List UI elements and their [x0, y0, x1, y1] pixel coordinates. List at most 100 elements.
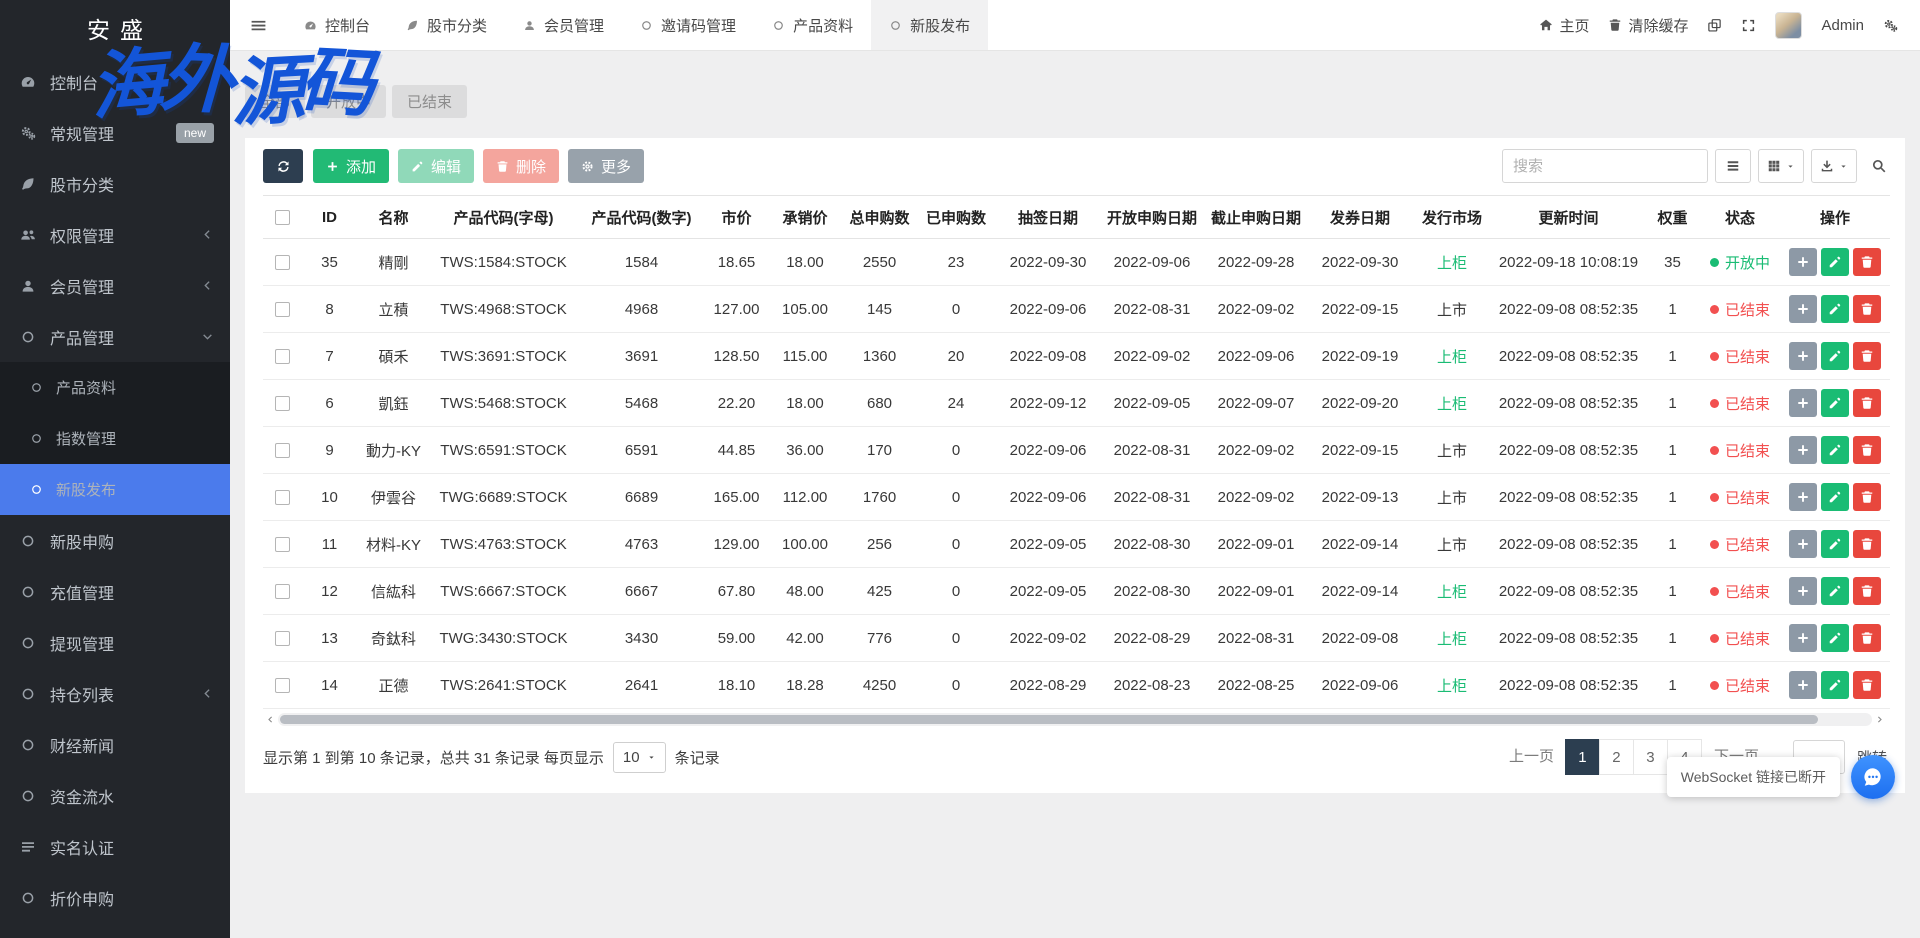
- market-link[interactable]: 上柜: [1437, 396, 1467, 413]
- fullscreen-icon[interactable]: [1741, 18, 1756, 33]
- row-add-button[interactable]: [1789, 671, 1817, 699]
- column-header[interactable]: 承销价: [767, 196, 843, 239]
- sidebar-subitem[interactable]: 指数管理: [0, 413, 230, 464]
- sidebar-toggle-button[interactable]: [230, 0, 286, 50]
- column-header[interactable]: 截止申购日期: [1204, 196, 1308, 239]
- topbar-tab[interactable]: 产品资料: [754, 0, 871, 50]
- market-link[interactable]: 上柜: [1437, 631, 1467, 648]
- prev-page-button[interactable]: 上一页: [1497, 739, 1566, 775]
- row-add-button[interactable]: [1789, 389, 1817, 417]
- row-checkbox[interactable]: [275, 490, 290, 505]
- clear-cache-link[interactable]: 清除缓存: [1608, 15, 1688, 36]
- row-checkbox[interactable]: [275, 584, 290, 599]
- column-header[interactable]: ID: [302, 196, 357, 239]
- column-header[interactable]: 更新时间: [1492, 196, 1645, 239]
- topbar-tab[interactable]: 股市分类: [388, 0, 505, 50]
- row-delete-button[interactable]: [1853, 342, 1881, 370]
- row-checkbox[interactable]: [275, 396, 290, 411]
- column-header[interactable]: 操作: [1780, 196, 1890, 239]
- sidebar-item[interactable]: 会员管理: [0, 260, 230, 311]
- row-add-button[interactable]: [1789, 483, 1817, 511]
- export-button[interactable]: [1811, 149, 1857, 183]
- sidebar-item[interactable]: 财经新闻: [0, 719, 230, 770]
- sidebar-subitem[interactable]: 产品资料: [0, 362, 230, 413]
- column-header[interactable]: 产品代码(字母): [430, 196, 577, 239]
- sidebar-item[interactable]: 新股申购: [0, 515, 230, 566]
- row-delete-button[interactable]: [1853, 577, 1881, 605]
- column-header[interactable]: 状态: [1700, 196, 1780, 239]
- topbar-tab[interactable]: 邀请码管理: [622, 0, 754, 50]
- sidebar-item[interactable]: 实名认证: [0, 821, 230, 872]
- more-button[interactable]: 更多: [568, 149, 644, 183]
- market-link[interactable]: 上柜: [1437, 349, 1467, 366]
- row-checkbox[interactable]: [275, 678, 290, 693]
- row-checkbox[interactable]: [275, 302, 290, 317]
- topbar-tab[interactable]: 控制台: [286, 0, 388, 50]
- column-header[interactable]: 产品代码(数字): [577, 196, 706, 239]
- row-delete-button[interactable]: [1853, 530, 1881, 558]
- topbar-tab[interactable]: 新股发布: [871, 0, 988, 50]
- row-edit-button[interactable]: [1821, 577, 1849, 605]
- search-button[interactable]: [1871, 158, 1887, 174]
- row-edit-button[interactable]: [1821, 483, 1849, 511]
- sidebar-item[interactable]: 折价申购: [0, 872, 230, 923]
- refresh-button[interactable]: [263, 149, 303, 183]
- sidebar-item[interactable]: 控制台: [0, 56, 230, 107]
- sidebar-item[interactable]: 常规管理new: [0, 107, 230, 158]
- copy-icon[interactable]: [1707, 18, 1722, 33]
- sidebar-item[interactable]: 资金流水: [0, 770, 230, 821]
- avatar[interactable]: [1775, 12, 1802, 39]
- row-add-button[interactable]: [1789, 295, 1817, 323]
- row-add-button[interactable]: [1789, 624, 1817, 652]
- column-header[interactable]: 发行市场: [1412, 196, 1492, 239]
- sidebar-item[interactable]: 持仓列表: [0, 668, 230, 719]
- scrollbar-thumb[interactable]: [280, 715, 1818, 724]
- row-delete-button[interactable]: [1853, 624, 1881, 652]
- page-number-button[interactable]: 1: [1565, 739, 1600, 775]
- row-edit-button[interactable]: [1821, 248, 1849, 276]
- select-all-checkbox[interactable]: [275, 210, 290, 225]
- columns-button[interactable]: [1758, 149, 1804, 183]
- row-checkbox[interactable]: [275, 349, 290, 364]
- row-delete-button[interactable]: [1853, 295, 1881, 323]
- row-checkbox[interactable]: [275, 631, 290, 646]
- page-size-select[interactable]: 10: [613, 742, 666, 773]
- row-delete-button[interactable]: [1853, 248, 1881, 276]
- filter-tab[interactable]: 全部: [245, 85, 305, 118]
- sidebar-subitem[interactable]: 新股发布: [0, 464, 230, 515]
- row-add-button[interactable]: [1789, 530, 1817, 558]
- row-checkbox[interactable]: [275, 255, 290, 270]
- column-header[interactable]: 权重: [1645, 196, 1700, 239]
- row-edit-button[interactable]: [1821, 342, 1849, 370]
- sidebar-item[interactable]: 股市分类: [0, 158, 230, 209]
- add-button[interactable]: 添加: [313, 149, 389, 183]
- row-delete-button[interactable]: [1853, 436, 1881, 464]
- scrollbar-track[interactable]: [278, 713, 1872, 726]
- chat-widget-button[interactable]: [1851, 755, 1895, 799]
- row-edit-button[interactable]: [1821, 295, 1849, 323]
- scroll-right-arrow-icon[interactable]: [1872, 712, 1887, 727]
- filter-tab[interactable]: 已结束: [392, 85, 467, 118]
- column-header[interactable]: 已申购数: [916, 196, 996, 239]
- scroll-left-arrow-icon[interactable]: [263, 712, 278, 727]
- column-header[interactable]: 抽签日期: [996, 196, 1100, 239]
- page-number-button[interactable]: 3: [1633, 739, 1668, 775]
- column-header[interactable]: 开放申购日期: [1100, 196, 1204, 239]
- column-header[interactable]: 名称: [357, 196, 430, 239]
- horizontal-scrollbar[interactable]: [263, 712, 1887, 727]
- row-checkbox[interactable]: [275, 537, 290, 552]
- market-link[interactable]: 上柜: [1437, 678, 1467, 695]
- sidebar-item[interactable]: 充值管理: [0, 566, 230, 617]
- sidebar-item[interactable]: 产品管理: [0, 311, 230, 362]
- row-add-button[interactable]: [1789, 577, 1817, 605]
- home-link[interactable]: 主页: [1539, 15, 1589, 36]
- username[interactable]: Admin: [1821, 17, 1864, 34]
- row-add-button[interactable]: [1789, 436, 1817, 464]
- row-delete-button[interactable]: [1853, 389, 1881, 417]
- row-edit-button[interactable]: [1821, 530, 1849, 558]
- filter-tab[interactable]: 开放中: [311, 85, 386, 118]
- search-input[interactable]: [1502, 149, 1708, 183]
- row-edit-button[interactable]: [1821, 624, 1849, 652]
- row-delete-button[interactable]: [1853, 671, 1881, 699]
- sidebar-item[interactable]: 提现管理: [0, 617, 230, 668]
